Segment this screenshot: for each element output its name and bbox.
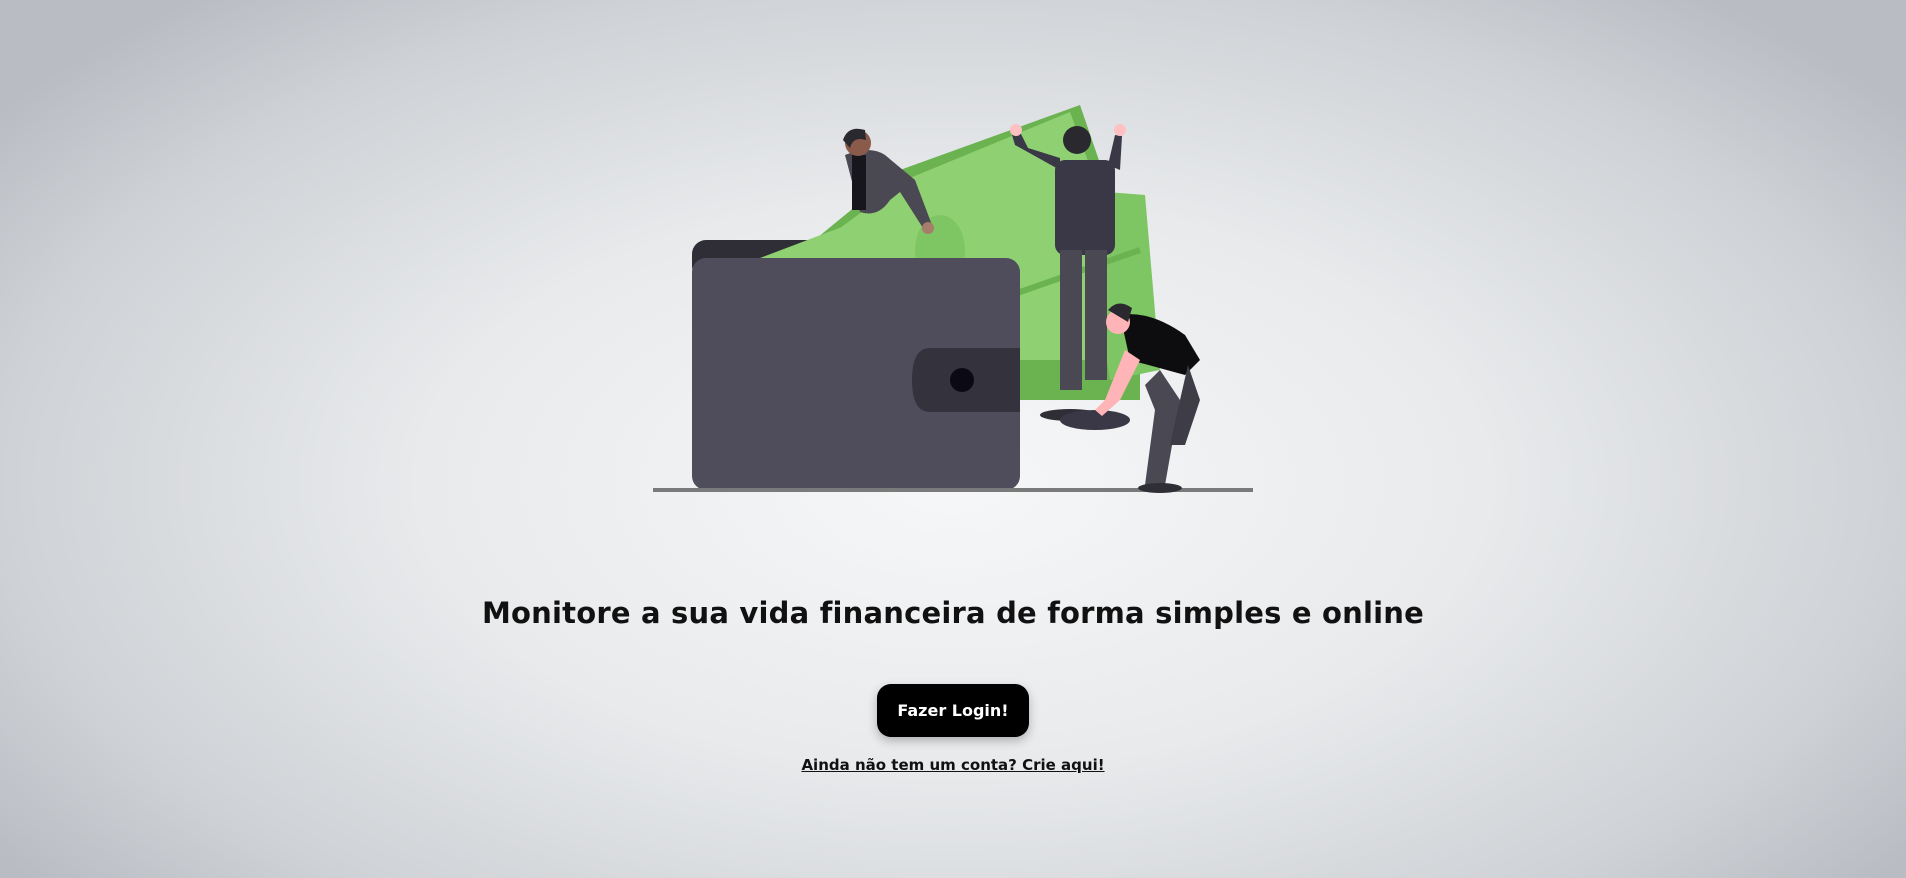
login-button[interactable]: Fazer Login!: [877, 684, 1029, 737]
signup-link[interactable]: Ainda não tem um conta? Crie aqui!: [0, 756, 1906, 774]
page-headline: Monitore a sua vida financeira de forma …: [481, 596, 1425, 630]
wallet-money-illustration: [653, 105, 1253, 493]
